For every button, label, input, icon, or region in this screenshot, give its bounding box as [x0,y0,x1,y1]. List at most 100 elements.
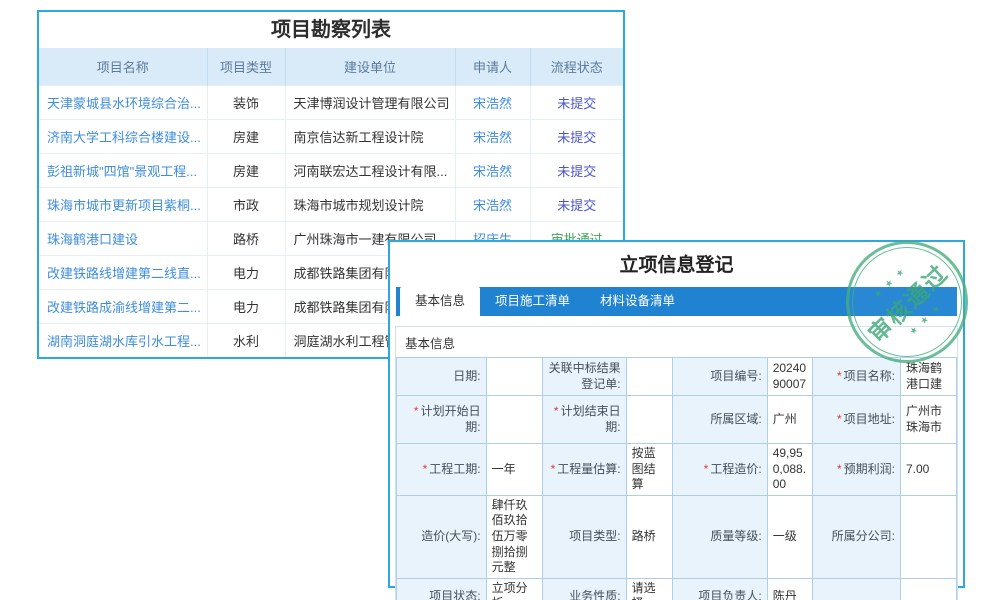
field-label: 预期利润: [844,462,895,476]
tab-material-list[interactable]: 材料设备清单 [585,287,690,316]
stamp-stars-icon: ★★★ [867,262,911,305]
field-value-cell[interactable] [900,495,956,578]
table-row: 彭祖新城"四馆"景观工程... 房建河南联宏达工程设计有限... 宋浩然 未提交 [39,153,623,187]
field-label-cell: *项目地址: [813,396,901,444]
field-label-cell: 项目编号: [673,358,768,396]
project-type-cell: 房建 [207,153,285,187]
field-value-cell[interactable]: 立项分析 [486,578,542,600]
stamp-stars-icon: ★★★ [903,299,947,342]
field-value-cell[interactable]: 广州 [767,396,812,444]
field-value-cell[interactable]: 肆仟玖佰玖拾伍万零捌拾捌元整 [486,495,542,578]
project-name-cell: 湖南洞庭湖水库引水工程... [39,323,207,357]
required-asterisk: * [414,404,419,418]
survey-header-row: 项目名称项目类型建设单位申请人流程状态 [39,48,623,85]
applicant-link[interactable]: 宋浩然 [473,164,512,179]
project-type-cell: 装饰 [207,85,285,119]
field-value-cell[interactable]: 一年 [486,444,542,496]
field-label: 工程工期: [429,462,480,476]
column-header: 申请人 [455,48,530,85]
field-label: 项目地址: [844,412,895,426]
required-asterisk: * [554,404,559,418]
applicant-link[interactable]: 宋浩然 [473,96,512,111]
project-name-link[interactable]: 改建铁路成渝线增建第二... [47,300,201,315]
applicant-cell: 宋浩然 [455,119,530,153]
column-header: 项目类型 [207,48,285,85]
project-name-cell: 改建铁路线增建第二线直... [39,255,207,289]
stamp-text: 审核通过 [859,255,955,349]
field-value-cell[interactable] [626,396,672,444]
status-badge: 未提交 [557,198,596,213]
required-asterisk: * [423,462,428,476]
field-label-cell: 日期: [397,358,487,396]
field-value-cell[interactable]: 49,950,088.00 [767,444,812,496]
field-value-cell[interactable]: 路桥 [626,495,672,578]
field-label: 计划结束日期: [561,404,621,434]
applicant-link[interactable]: 宋浩然 [473,130,512,145]
project-name-cell: 珠海市城市更新项目紫桐... [39,187,207,221]
project-type-cell: 房建 [207,119,285,153]
approval-stamp: ★★★ 审核通过 ★★★ [846,241,968,363]
project-name-link[interactable]: 改建铁路线增建第二线直... [47,266,201,281]
project-name-cell: 天津蒙城县水环境综合治... [39,85,207,119]
field-label: 所属分公司: [832,529,895,543]
column-header: 建设单位 [285,48,455,85]
applicant-cell: 宋浩然 [455,153,530,187]
field-value-cell[interactable]: 一级 [767,495,812,578]
field-value-cell[interactable] [486,396,542,444]
field-label: 项目负责人: [698,589,761,600]
project-name-cell: 济南大学工科综合楼建设... [39,119,207,153]
status-cell: 未提交 [530,187,623,221]
project-name-link[interactable]: 彭祖新城"四馆"景观工程... [47,164,197,179]
applicant-cell: 宋浩然 [455,187,530,221]
field-value-cell[interactable] [626,358,672,396]
registration-form-table: 日期:关联中标结果登记单:项目编号:2024090007*项目名称:珠海鹤港口建… [396,357,957,600]
tab-construction-list[interactable]: 项目施工清单 [480,287,585,316]
field-value-cell[interactable] [900,578,956,600]
construction-unit-cell: 南京信达新工程设计院 [285,119,455,153]
field-label-cell: *计划结束日期: [542,396,626,444]
required-asterisk: * [837,412,842,426]
project-name-link[interactable]: 济南大学工科综合楼建设... [47,130,201,145]
field-label-cell: 造价(大写): [397,495,487,578]
project-name-link[interactable]: 珠海鹤港口建设 [47,232,138,247]
status-badge: 未提交 [557,96,596,111]
tab-basic-info[interactable]: 基本信息 [400,287,480,316]
project-name-link[interactable]: 天津蒙城县水环境综合治... [47,96,201,111]
survey-list-title: 项目勘察列表 [39,12,623,48]
field-label: 工程造价: [710,462,761,476]
field-value-cell[interactable]: 陈丹 [767,578,812,600]
project-name-link[interactable]: 湖南洞庭湖水库引水工程... [47,334,201,349]
form-table-body: 日期:关联中标结果登记单:项目编号:2024090007*项目名称:珠海鹤港口建… [397,358,957,600]
field-label-cell: *工程造价: [673,444,768,496]
project-name-link[interactable]: 珠海市城市更新项目紫桐... [47,198,201,213]
field-label-cell: *预期利润: [813,444,901,496]
field-label-cell: *工程工期: [397,444,487,496]
project-type-cell: 电力 [207,289,285,323]
field-label: 所属区域: [710,412,761,426]
required-asterisk: * [551,462,556,476]
status-badge: 未提交 [557,130,596,145]
field-value-cell[interactable] [486,358,542,396]
field-label-cell: 关联中标结果登记单: [542,358,626,396]
form-row: 日期:关联中标结果登记单:项目编号:2024090007*项目名称:珠海鹤港口建 [397,358,957,396]
applicant-link[interactable]: 宋浩然 [473,198,512,213]
field-label: 工程量估算: [557,462,620,476]
field-value-cell[interactable]: 广州市珠海市 [900,396,956,444]
field-label-cell: 项目状态: [397,578,487,600]
construction-unit-cell: 河南联宏达工程设计有限... [285,153,455,187]
project-name-cell: 改建铁路成渝线增建第二... [39,289,207,323]
field-value-cell[interactable]: 7.00 [900,444,956,496]
field-value-cell[interactable]: 2024090007 [767,358,812,396]
table-row: 珠海市城市更新项目紫桐...市政珠海市城市规划设计院宋浩然未提交 [39,187,623,221]
field-value-cell[interactable]: 请选择 [626,578,672,600]
required-asterisk: * [837,462,842,476]
field-label: 项目状态: [429,589,480,600]
field-value-cell[interactable]: 按蓝图结算 [626,444,672,496]
project-type-cell: 市政 [207,187,285,221]
project-type-cell: 路桥 [207,221,285,255]
field-label-cell: *项目名称: [813,358,901,396]
field-label: 项目类型: [569,529,620,543]
status-badge: 未提交 [557,164,596,179]
field-label-cell: 质量等级: [673,495,768,578]
form-row: *计划开始日期:*计划结束日期:所属区域:广州*项目地址:广州市珠海市 [397,396,957,444]
